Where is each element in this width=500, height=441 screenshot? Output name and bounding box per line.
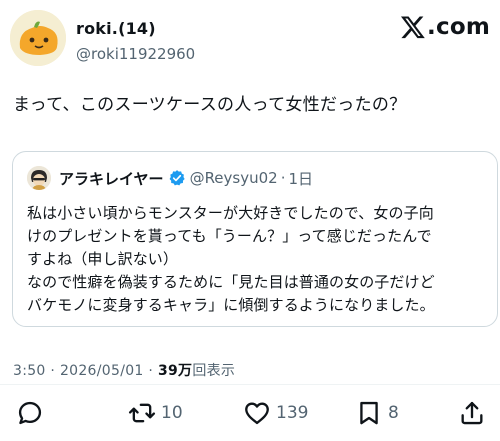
bookmark-icon <box>360 401 378 425</box>
brand-suffix: .com <box>427 14 490 40</box>
quote-text-line: 私は小さい頃からモンスターが大好きでしたので、女の子向 <box>27 204 434 222</box>
x-logo-icon <box>401 16 425 39</box>
brand-logo: .com <box>400 12 490 42</box>
tweet-meta: 3:50 · 2026/05/01 · 39万回表示 <box>13 360 235 380</box>
quote-separator: · <box>280 169 286 187</box>
tweet-header: roki.(14) @roki11922960 .com <box>10 10 490 66</box>
author-name[interactable]: roki.(14) <box>76 19 156 38</box>
bookmark-count: 8 <box>388 403 399 423</box>
retweet-count: 10 <box>161 403 183 423</box>
action-bar: 10 139 8 <box>0 395 500 431</box>
quoted-tweet[interactable]: アラキレイヤー @Reysyu02 · 1日 私は小さい頃からモンスターが大好き… <box>12 151 498 327</box>
share-button[interactable] <box>458 395 486 431</box>
like-count: 139 <box>276 403 309 423</box>
quote-text-line: バケモノに変身するキャラ」に傾倒するようになりました。 <box>27 296 435 314</box>
share-icon <box>461 401 483 425</box>
tweet-time[interactable]: 3:50 <box>13 363 46 379</box>
tweet-date[interactable]: 2026/05/01 <box>60 363 144 379</box>
retweet-icon <box>128 403 156 423</box>
quote-text-line: なので性癖を偽装するために「見た目は普通の女の子だけど <box>27 273 435 291</box>
quote-author-name[interactable]: アラキレイヤー <box>59 168 164 189</box>
meta-separator: · <box>148 363 154 379</box>
quote-text-line: けのプレゼントを貰っても「うーん？」って感じだったんで <box>27 227 432 245</box>
tweet-text: まって、このスーツケースの人って女性だったの？ <box>13 95 407 115</box>
heart-icon <box>245 402 269 425</box>
author-avatar[interactable] <box>10 10 66 66</box>
quote-avatar[interactable] <box>27 166 51 190</box>
quote-timestamp[interactable]: 1日 <box>288 168 313 189</box>
bookmark-button[interactable]: 8 <box>355 395 399 431</box>
reply-icon <box>18 401 42 425</box>
author-handle[interactable]: @roki11922960 <box>76 45 195 63</box>
meta-separator: · <box>50 363 56 379</box>
quote-author-handle[interactable]: @Reysyu02 <box>190 169 278 187</box>
quote-text-line: すよね（申し訳ない） <box>27 250 179 268</box>
retweet-button[interactable]: 10 <box>128 395 183 431</box>
view-label: 回表示 <box>192 363 236 379</box>
reply-button[interactable] <box>16 395 49 431</box>
divider <box>0 384 500 385</box>
view-count: 39万 <box>157 363 193 379</box>
quote-header: アラキレイヤー @Reysyu02 · 1日 <box>27 165 313 191</box>
verified-badge-icon <box>169 170 185 186</box>
quote-text: 私は小さい頃からモンスターが大好きでしたので、女の子向 けのプレゼントを貰っても… <box>27 202 491 317</box>
like-button[interactable]: 139 <box>243 395 308 431</box>
